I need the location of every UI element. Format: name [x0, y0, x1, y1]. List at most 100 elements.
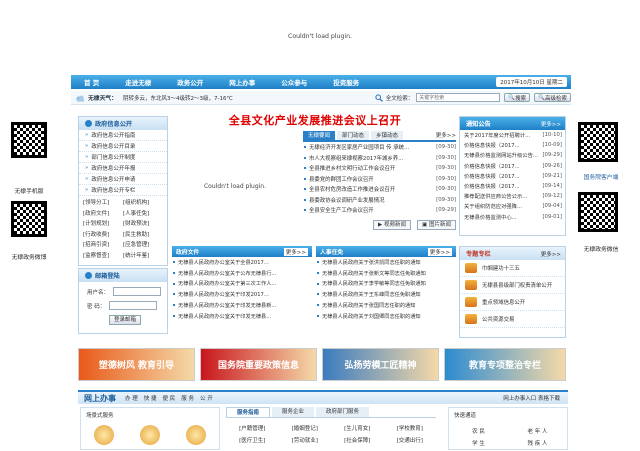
news-item[interactable]: 市人大视察组来棣视察2017年城乡养... [09-30] — [303, 153, 456, 164]
category-link[interactable]: [计划规划] — [83, 219, 123, 230]
advanced-search-button[interactable]: 🔍 高级检索 — [534, 93, 571, 102]
category-link[interactable]: [招商引资] — [83, 240, 123, 251]
list-item[interactable]: 无棣县人民政府办公室关于公布无棣县行... — [172, 268, 312, 279]
list-item[interactable]: 无棣县人民政府办公室关于印发2017... — [172, 289, 312, 300]
tab-department-news[interactable]: 部门动态 — [337, 131, 370, 140]
nav-investment[interactable]: 投资服务 — [320, 77, 372, 87]
category-link[interactable]: [行政收费] — [83, 230, 123, 241]
topic-item[interactable]: 巾帼建功十三五 — [460, 260, 565, 277]
notice-item[interactable]: 无棣县价格监测中心... [09-01] — [460, 212, 565, 222]
service-item[interactable]: [劳动就业] — [279, 436, 332, 448]
notice-item[interactable]: 价格信息快报（2017... [09-14] — [460, 181, 565, 191]
category-link[interactable]: [组织机构] — [123, 198, 163, 209]
category-link[interactable]: [财政预决] — [123, 219, 163, 230]
list-item[interactable]: 无棣县人民政府办公室关于全县2017... — [172, 257, 312, 268]
service-item[interactable]: [婚姻登记] — [279, 424, 332, 436]
mail-login-button[interactable]: 登录邮箱 — [109, 315, 141, 325]
notice-more-link[interactable]: 更多>> — [541, 120, 561, 128]
tab-service-guide[interactable]: 服务指南 — [226, 407, 271, 417]
category-link[interactable]: [人事任免] — [123, 209, 163, 220]
topic-item[interactable]: 无棣县县级部门权责清单公开 — [460, 277, 565, 294]
quick-access-item[interactable]: 农 民 — [449, 427, 508, 439]
service-item[interactable]: [学校教育] — [384, 424, 437, 436]
list-item[interactable]: 政府信息公开指南 — [79, 130, 167, 141]
notice-item[interactable]: 价格信息快报（2017... [09-26] — [460, 161, 565, 171]
nav-about[interactable]: 走进无棣 — [112, 77, 164, 87]
service-item[interactable]: [户籍管理] — [226, 424, 279, 436]
notice-item[interactable]: 无棣县价格监测网站升级公告... [09-29] — [460, 150, 565, 160]
search-input[interactable] — [416, 93, 501, 102]
gov-files-panel: 政府文件 更多>> 无棣县人民政府办公室关于全县2017... 无棣县人民政府办公… — [172, 246, 312, 334]
news-item[interactable]: 全县推进乡村文明行动工作会议召开 [09-30] — [303, 163, 456, 174]
advanced-search-label: 高级检索 — [544, 95, 567, 102]
news-item[interactable]: 县委政协会议调研产业发展情况 [09-30] — [303, 195, 456, 206]
notice-title: 通知公告 — [466, 121, 491, 128]
category-link[interactable]: [应急管理] — [123, 240, 163, 251]
nav-home[interactable]: 首 页 — [71, 77, 112, 87]
tab-department-service[interactable]: 政府部门服务 — [316, 407, 370, 417]
quick-access-item[interactable]: 老 年 人 — [508, 427, 567, 439]
list-item[interactable]: 政府信息公开目录 — [79, 141, 167, 152]
list-item[interactable]: 无棣县人民政府关于张新文等同志任免职通知 — [316, 268, 456, 279]
category-link[interactable]: [监察督查] — [83, 251, 123, 262]
service-item[interactable]: [交通出行] — [384, 436, 437, 448]
list-item[interactable]: 政府信息公开年报 — [79, 163, 167, 174]
list-item[interactable]: 无棣县人民政府办公室关于印发无棣县... — [172, 311, 312, 322]
photo-news-button[interactable]: ▣ 图片新闻 — [417, 219, 456, 230]
news-more-link[interactable]: 更多>> — [436, 131, 456, 140]
notice-item[interactable]: 关于2017年度公开招聘计... [10-10] — [460, 130, 565, 140]
quick-access-item[interactable]: 学 生 — [449, 439, 508, 451]
tab-enterprise-service[interactable]: 服务企业 — [272, 407, 315, 417]
list-item[interactable]: 无棣县人民政府关于李学敏等同志任免职通知 — [316, 279, 456, 290]
news-item[interactable]: 县委党的群团工作会议召开 [09-30] — [303, 174, 456, 185]
category-link[interactable]: [民生救助] — [123, 230, 163, 241]
notice-item[interactable]: 关于组织防范应对强降... [09-04] — [460, 201, 565, 211]
search-button[interactable]: 🔍 搜索 — [504, 93, 531, 102]
list-item[interactable]: 政府信息公开专栏 — [79, 185, 167, 196]
news-item[interactable]: 无棣经济开发区家居产业园项目 传 承统... [09-30] — [303, 142, 456, 153]
banner-ad[interactable]: 国务院重要政策信息 — [200, 348, 317, 381]
service-item[interactable]: [医疗卫生] — [226, 436, 279, 448]
news-item[interactable]: 全县安全生产工作会议召开 [09-29] — [303, 205, 456, 216]
list-item[interactable]: 无棣县人民政府关于王东峰同志任免职通知 — [316, 289, 456, 300]
topics-more-link[interactable]: 更多>> — [541, 250, 561, 258]
category-link[interactable]: [政府文件] — [83, 209, 123, 220]
news-item[interactable]: 全县农村危房改造工作推进会议召开 [09-30] — [303, 184, 456, 195]
scene-icon[interactable] — [94, 425, 114, 445]
banner-ad[interactable]: 教育专项整治专栏 — [444, 348, 566, 381]
scene-icon[interactable] — [140, 425, 160, 445]
nav-online-services[interactable]: 网上办事 — [216, 77, 268, 87]
notice-item[interactable]: 推荐配送供应商公告公示... [09-12] — [460, 191, 565, 201]
headline-news[interactable]: 全县文化产业发展推进会议上召开 — [170, 112, 460, 128]
password-field[interactable] — [109, 301, 158, 310]
list-item[interactable]: 部门信息公开制度 — [79, 152, 167, 163]
tab-county-news[interactable]: 无棣要闻 — [303, 131, 336, 140]
username-field[interactable] — [113, 287, 162, 296]
banner-ad[interactable]: 塑德树风 教育引导 — [78, 348, 195, 381]
list-item[interactable]: 无棣县人民政府关于张洪凯同志任职的通知 — [316, 257, 456, 268]
scene-icon[interactable] — [186, 425, 206, 445]
personnel-more-link[interactable]: 更多>> — [427, 247, 452, 256]
category-link[interactable]: [领导分工] — [83, 198, 123, 209]
notice-item[interactable]: 价格信息快报（2017... [10-09] — [460, 140, 565, 150]
banner-ad[interactable]: 弘扬劳模工匠精神 — [322, 348, 439, 381]
nav-gov-affairs[interactable]: 政务公开 — [164, 77, 216, 87]
gov-info-list: 政府信息公开指南 政府信息公开目录 部门信息公开制度 政府信息公开年报 政府信息… — [79, 130, 167, 196]
topic-item[interactable]: 重点领域信息公开 — [460, 294, 565, 311]
nav-public-participation[interactable]: 公众参与 — [268, 77, 320, 87]
service-item[interactable]: [社会保障] — [331, 436, 384, 448]
category-link[interactable]: [统计年鉴] — [123, 251, 163, 262]
gov-files-more-link[interactable]: 更多>> — [283, 247, 308, 256]
quick-access-item[interactable]: 残 疾 人 — [508, 439, 567, 451]
online-services-links[interactable]: 网上办事入口 表格下载 — [503, 394, 560, 402]
list-item[interactable]: 无棣县人民政府关于刘国卿同志任职的通知 — [316, 311, 456, 322]
service-item[interactable]: [生儿育女] — [331, 424, 384, 436]
video-news-button[interactable]: ▶ 视频新闻 — [373, 219, 412, 230]
notice-item[interactable]: 价格信息快报（2017... [09-21] — [460, 171, 565, 181]
list-item[interactable]: 无棣县人民政府办公室关于第三次工作人... — [172, 279, 312, 290]
tab-town-news[interactable]: 乡镇动态 — [371, 131, 404, 140]
list-item[interactable]: 政府信息公开申请 — [79, 174, 167, 185]
topic-item[interactable]: 公共资源交易 — [460, 311, 565, 328]
list-item[interactable]: 无棣县人民政府办公室关于印发无棣县新... — [172, 300, 312, 311]
list-item[interactable]: 无棣县人民政府关于张国同志任职的通知 — [316, 300, 456, 311]
